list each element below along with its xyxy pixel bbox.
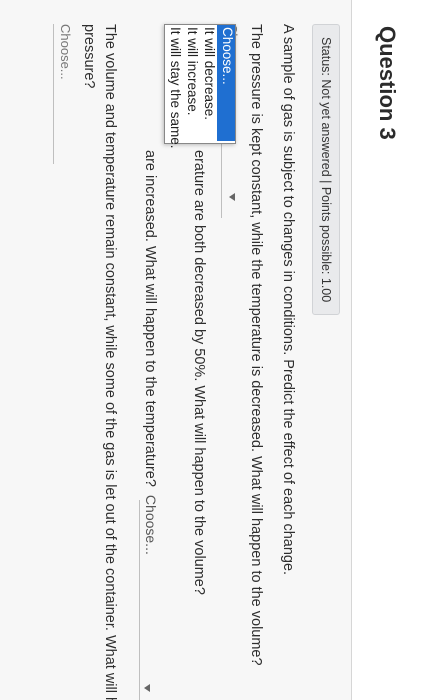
dropdown-option-increase[interactable]: It will increase.: [185, 27, 200, 116]
dropdown-option-selected[interactable]: Choose...: [217, 25, 235, 141]
dropdown-option-decrease[interactable]: It will decrease.: [202, 27, 217, 120]
question-title: Question 3: [375, 26, 400, 140]
part-4-select-underline: [53, 24, 54, 164]
status-badge: Status: Not yet answered | Points possib…: [312, 24, 340, 316]
part-4-select-value[interactable]: Choose...: [58, 24, 73, 80]
part-3-text-visible: are increased. What will happen to the t…: [142, 150, 158, 487]
question-header: Question 3: [351, 0, 426, 700]
part-3-caret-icon[interactable]: [144, 684, 150, 692]
question-prompt: A sample of gas is subject to changes in…: [280, 24, 296, 576]
part-3-text: are increased. What will happen to the t…: [142, 24, 159, 555]
part-2-text-visible: erature are both decreased by 50%. What …: [191, 150, 207, 595]
part-4-text-line2: pressure?: [81, 24, 97, 89]
part-1-caret-icon[interactable]: [229, 193, 235, 201]
part-3-select-value[interactable]: Choose...: [143, 495, 159, 555]
part-3-select-underline: [139, 500, 140, 700]
rotated-page: Question 3 Status: Not yet answered | Po…: [0, 0, 426, 700]
part-1-text: The pressure is kept constant, while the…: [248, 24, 264, 666]
dropdown-option-same[interactable]: It will stay the same.: [168, 27, 183, 149]
screen: Question 3 Status: Not yet answered | Po…: [0, 0, 426, 700]
dropdown-list[interactable]: Choose... It will decrease. It will incr…: [164, 24, 236, 149]
part-4-text: The volume and temperature remain consta…: [102, 24, 118, 700]
